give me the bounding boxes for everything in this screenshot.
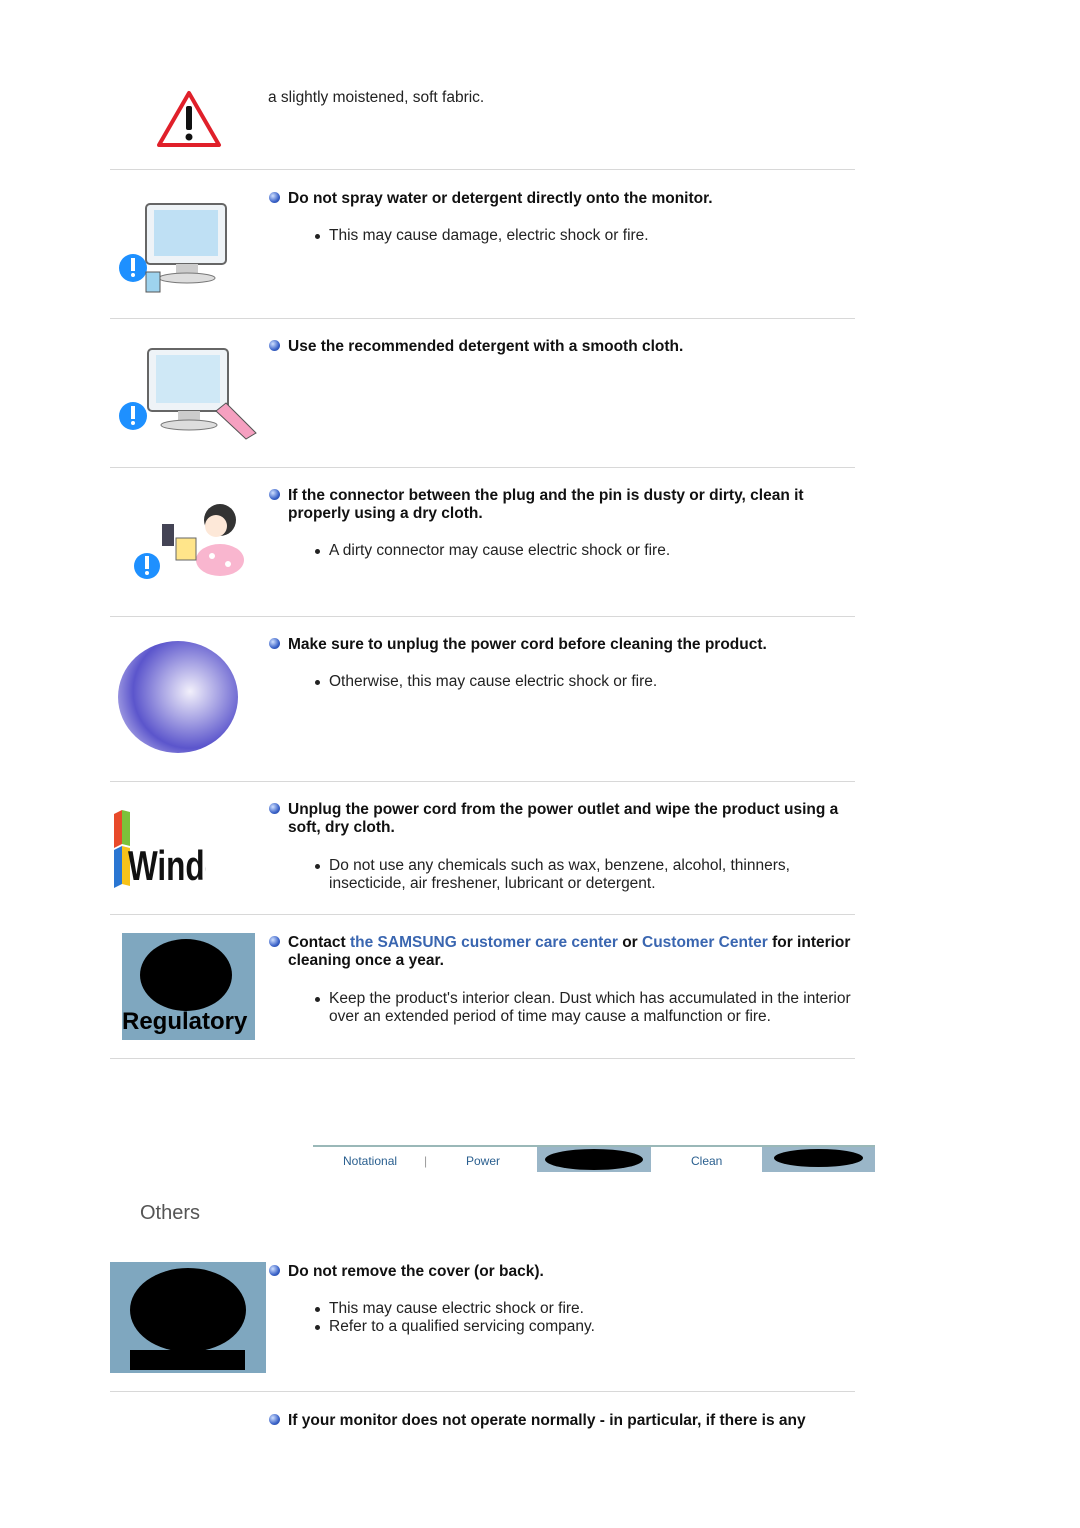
list-item: Otherwise, this may cause electric shock…	[315, 673, 869, 691]
row-abnormal-operation: If your monitor does not operate normall…	[110, 1392, 855, 1528]
bullet-orb-icon	[269, 192, 280, 203]
row-recommended-detergent: Use the recommended detergent with a smo…	[110, 319, 855, 467]
bullet-orb-icon	[269, 1414, 280, 1425]
section-title: Unplug the power cord from the power out…	[269, 801, 868, 837]
bullet-orb-icon	[269, 340, 280, 351]
row-interior-cleaning: Regulatory Contact the SAMSUNG customer …	[110, 915, 855, 1058]
section-title: Make sure to unplug the power cord befor…	[269, 636, 868, 654]
samsung-customer-care-link[interactable]: the SAMSUNG customer care center	[350, 934, 618, 951]
customer-center-link[interactable]: Customer Center	[642, 934, 768, 951]
clean-plug-illustration	[134, 504, 244, 579]
bullet-list: Do not use any chemicals such as wax, be…	[315, 857, 869, 893]
list-item: Keep the product's interior clean. Dust …	[315, 990, 869, 1026]
list-item: This may cause damage, electric shock or…	[315, 227, 869, 245]
warning-triangle-icon	[157, 91, 221, 147]
regulatory-image	[110, 1262, 266, 1373]
row-moistened-fabric: a slightly moistened, soft fabric.	[110, 80, 855, 169]
svg-text:Windows: Windows	[128, 842, 206, 890]
row-text: a slightly moistened, soft fabric.	[268, 89, 485, 106]
section-title: Use the recommended detergent with a smo…	[269, 338, 868, 356]
nav-power[interactable]: Power	[466, 1154, 500, 1168]
bullet-list: A dirty connector may cause electric sho…	[315, 542, 869, 560]
section-title: If the connector between the plug and th…	[269, 487, 868, 523]
wipe-monitor-illustration	[119, 348, 257, 440]
spray-monitor-illustration	[119, 203, 227, 293]
section-title: Contact the SAMSUNG customer care center…	[269, 934, 868, 970]
bullet-orb-icon	[269, 1265, 280, 1276]
section-title: Do not spray water or detergent directly…	[269, 190, 868, 208]
section-title: If your monitor does not operate normall…	[269, 1412, 868, 1430]
row-no-spray: Do not spray water or detergent directly…	[110, 170, 855, 318]
section-nav: Notational | Power Clean	[313, 1145, 875, 1173]
bullet-orb-icon	[269, 638, 280, 649]
row-unplug-and-wipe: Windows Unplug the power cord from the p…	[110, 782, 855, 914]
windows-logo: Windows	[114, 810, 206, 890]
list-item: Do not use any chemicals such as wax, be…	[315, 857, 869, 893]
bullet-orb-icon	[269, 936, 280, 947]
bullet-list: This may cause electric shock or fire. Re…	[315, 1300, 869, 1336]
list-item: This may cause electric shock or fire.	[315, 1300, 869, 1318]
sphere-image	[118, 641, 238, 753]
row-unplug-before-cleaning: Make sure to unplug the power cord befor…	[110, 617, 855, 781]
bullet-list: This may cause damage, electric shock or…	[315, 227, 869, 245]
list-item: A dirty connector may cause electric sho…	[315, 542, 869, 560]
section-title: Do not remove the cover (or back).	[269, 1263, 868, 1281]
nav-notational[interactable]: Notational	[343, 1154, 397, 1168]
regulatory-image: Regulatory	[122, 933, 255, 1040]
bullet-list: Otherwise, this may cause electric shock…	[315, 673, 869, 691]
row-dusty-connector: If the connector between the plug and th…	[110, 468, 855, 616]
others-heading: Others	[140, 1202, 201, 1224]
bullet-orb-icon	[269, 803, 280, 814]
divider	[110, 1058, 855, 1059]
nav-image-button[interactable]	[762, 1147, 875, 1172]
row-do-not-remove-cover: Do not remove the cover (or back). This …	[110, 1262, 855, 1391]
list-item: Refer to a qualified servicing company.	[315, 1318, 869, 1336]
nav-separator: |	[424, 1154, 428, 1168]
bullet-list: Keep the product's interior clean. Dust …	[315, 990, 869, 1026]
nav-clean[interactable]: Clean	[691, 1154, 722, 1168]
bullet-orb-icon	[269, 489, 280, 500]
svg-text:Regulatory: Regulatory	[122, 1008, 248, 1035]
nav-image-button[interactable]	[537, 1147, 651, 1172]
